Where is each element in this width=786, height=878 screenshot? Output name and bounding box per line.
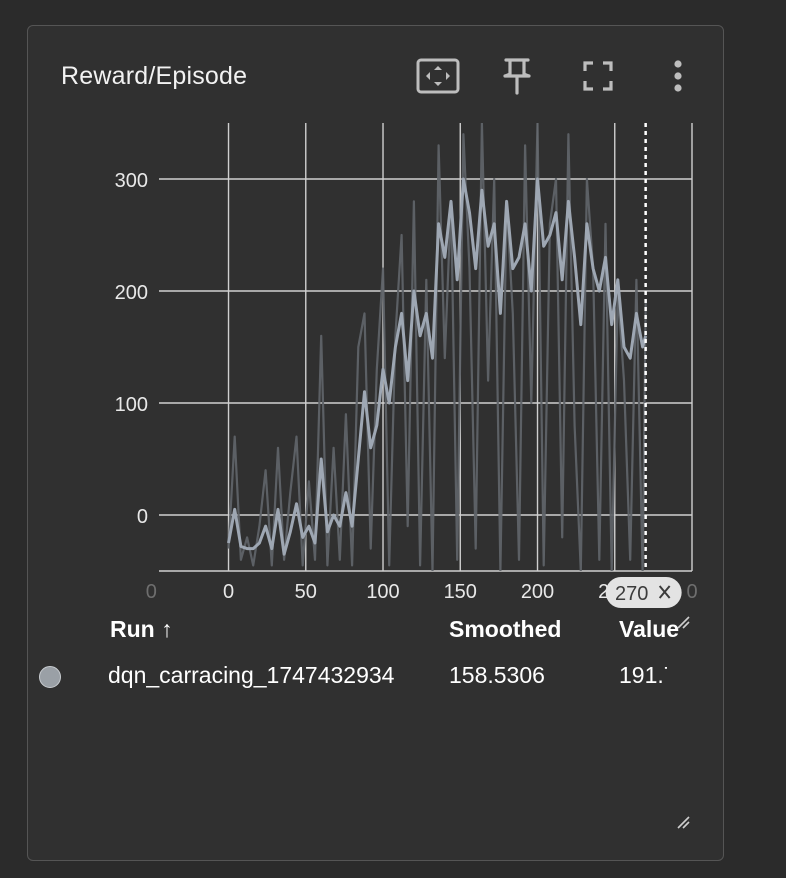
smoothed-value-cell: 158.5306: [449, 662, 545, 688]
value-column-header[interactable]: Value: [619, 616, 679, 643]
run-column-header[interactable]: Run ↑: [110, 616, 173, 643]
y-tick-label: 0: [137, 506, 148, 528]
chart-resize-handle-icon[interactable]: [676, 615, 690, 629]
card-resize-handle-icon[interactable]: [676, 815, 690, 829]
hover-step-label: 270: [615, 583, 648, 605]
y-tick-label: 200: [115, 282, 148, 304]
hover-step-chip[interactable]: 270: [605, 577, 682, 608]
run-name-cell: dqn_carracing_1747432934: [108, 662, 395, 688]
run-color-indicator[interactable]: [39, 666, 61, 688]
x-tick-label: 0: [146, 581, 157, 603]
series-layer: [227, 123, 648, 571]
y-tick-label: 300: [115, 170, 148, 192]
smoothed-column-header[interactable]: Smoothed: [449, 616, 561, 643]
raw-series-line: [227, 123, 647, 571]
raw-value-cell: 191.79: [619, 662, 667, 688]
x-tick-label: 0: [223, 581, 234, 603]
run-header-label: Run: [110, 616, 155, 642]
y-axis-ticks: 0 100 200 300: [115, 170, 148, 528]
sort-ascending-icon: ↑: [161, 616, 173, 642]
y-tick-label: 100: [115, 394, 148, 416]
value-cell-clip: 191.79: [591, 662, 667, 692]
x-tick-label: 0: [686, 581, 697, 603]
x-tick-label: 200: [521, 581, 554, 603]
x-tick-label: 50: [295, 581, 317, 603]
reward-chart[interactable]: 0100200300 00501001502002500 270: [0, 0, 786, 640]
x-tick-label: 100: [366, 581, 399, 603]
x-tick-label: 150: [444, 581, 477, 603]
